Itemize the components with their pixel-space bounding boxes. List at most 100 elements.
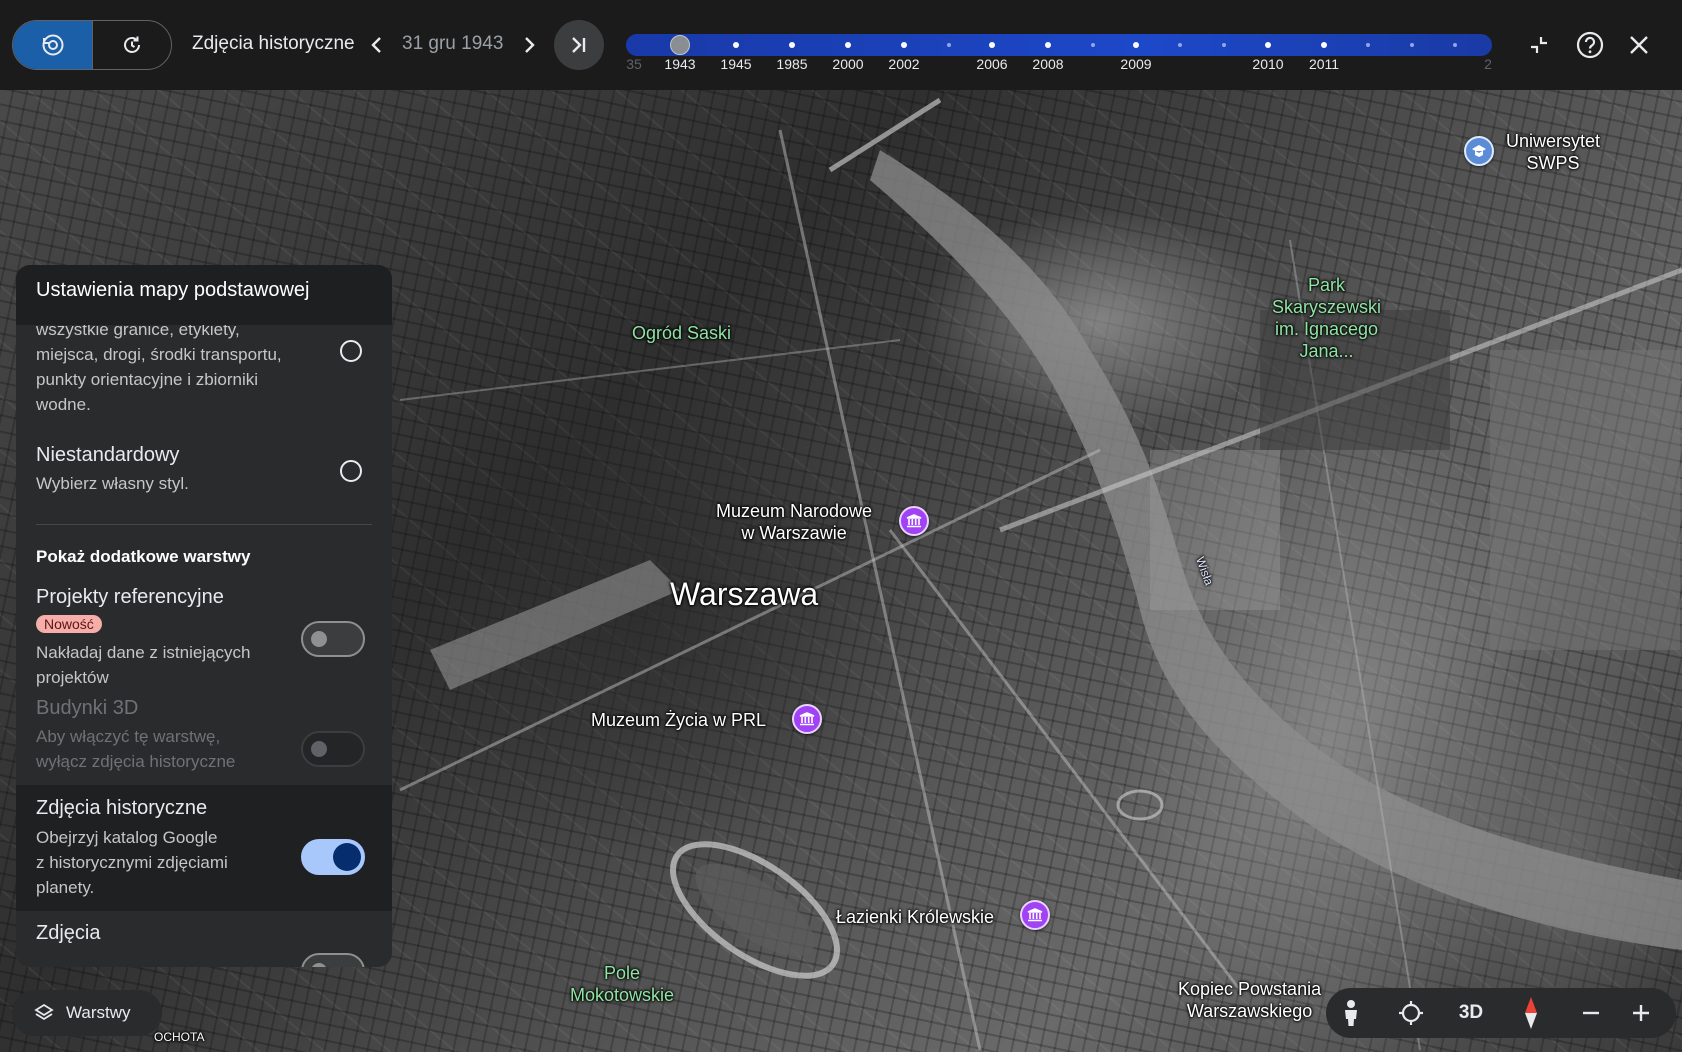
- timeline-year-label[interactable]: 1945: [720, 56, 751, 72]
- option-all-description: wszystkie granice, etykiety, miejsca, dr…: [36, 325, 282, 417]
- timeline-year-dot[interactable]: [989, 42, 995, 48]
- option-custom-radio[interactable]: [340, 460, 362, 482]
- skip-to-latest-button[interactable]: [554, 20, 604, 70]
- view-mode-segmented-control: [12, 20, 172, 70]
- layers-icon: [34, 1003, 54, 1021]
- toggle-3d-button[interactable]: 3D: [1446, 988, 1496, 1038]
- map-label-pole-mokotowskie[interactable]: Pole Mokotowskie: [570, 962, 674, 1006]
- help-button[interactable]: [1573, 28, 1607, 62]
- museum-poi-marker[interactable]: [899, 506, 929, 536]
- layer-description-line: Nakładaj dane z istniejących: [36, 643, 251, 662]
- zoom-out-button[interactable]: [1566, 988, 1616, 1038]
- close-button[interactable]: [1622, 28, 1656, 62]
- current-imagery-date: 31 gru 1943: [402, 33, 504, 54]
- layer-photos-title: Zdjęcia: [36, 922, 101, 944]
- timeline-minor-dot[interactable]: [947, 43, 951, 47]
- previous-date-button[interactable]: [364, 30, 390, 60]
- option-description-line: miejsca, drogi, środki transportu,: [36, 345, 282, 364]
- historical-imagery-mode-button[interactable]: [13, 21, 92, 69]
- timeline-minor-dot[interactable]: [1410, 43, 1414, 47]
- layers-button[interactable]: Warstwy: [12, 990, 162, 1036]
- school-icon: [1472, 145, 1486, 157]
- imagery-title: Zdjęcia historyczne: [192, 33, 355, 54]
- 3d-buildings-toggle[interactable]: [301, 731, 365, 767]
- location-crosshair-icon: [1399, 1001, 1423, 1025]
- timeline-year-dot[interactable]: [901, 42, 907, 48]
- timeline-year-label[interactable]: 35: [626, 56, 642, 72]
- panel-title: Ustawienia mapy podstawowej: [16, 265, 392, 325]
- timeline-year-dot[interactable]: [1133, 42, 1139, 48]
- timeline-year-dot[interactable]: [789, 42, 795, 48]
- street-view-pegman-button[interactable]: [1326, 988, 1376, 1038]
- map-label-line: Park: [1308, 275, 1346, 295]
- timeline-minor-dot[interactable]: [1222, 43, 1226, 47]
- exit-fullscreen-button[interactable]: [1522, 28, 1556, 62]
- map-label-line: Uniwersytet: [1506, 131, 1601, 151]
- collapse-icon: [1531, 37, 1547, 53]
- imagery-timeline-slider[interactable]: [626, 34, 1492, 56]
- timeline-year-dot[interactable]: [845, 42, 851, 48]
- timeline-year-label[interactable]: 2: [1484, 56, 1492, 72]
- timeline-minor-dot[interactable]: [1091, 43, 1095, 47]
- map-label-ogrod-saski[interactable]: Ogród Saski: [632, 322, 731, 344]
- pegman-icon: [1345, 1000, 1357, 1026]
- reference-projects-toggle[interactable]: [301, 621, 365, 657]
- my-location-button[interactable]: [1386, 988, 1436, 1038]
- chevron-right-icon: [525, 37, 535, 53]
- help-icon: [1576, 31, 1604, 59]
- layer-description-line: Obejrzyj katalog Google: [36, 828, 218, 847]
- map-label-line: w Warszawie: [741, 523, 847, 543]
- zoom-in-button[interactable]: [1616, 988, 1666, 1038]
- toggle-knob: [311, 741, 327, 757]
- timeline-selected-knob[interactable]: [670, 35, 690, 55]
- map-label-kopiec-powstania[interactable]: Kopiec Powstania Warszawskiego: [1178, 978, 1321, 1022]
- timeline-year-label[interactable]: 2000: [832, 56, 863, 72]
- map-label-line: SWPS: [1526, 153, 1580, 173]
- timeline-year-label[interactable]: 2008: [1032, 56, 1063, 72]
- toggle-knob: [311, 631, 327, 647]
- museum-poi-marker[interactable]: [792, 704, 822, 734]
- timeline-year-dot[interactable]: [1321, 42, 1327, 48]
- map-label-muzeum-prl[interactable]: Muzeum Życia w PRL: [591, 709, 766, 731]
- compass-button[interactable]: [1506, 988, 1556, 1038]
- museum-icon: [1027, 908, 1043, 922]
- timeline-year-dot[interactable]: [1045, 42, 1051, 48]
- map-label-muzeum-narodowe[interactable]: Muzeum Narodowe w Warszawie: [716, 500, 872, 544]
- chevron-left-icon: [371, 37, 381, 53]
- layer-description-line: Aby włączyć tę warstwę,: [36, 727, 221, 746]
- timeline-year-label[interactable]: 1985: [776, 56, 807, 72]
- map-label-uniwersytet-swps[interactable]: Uniwersytet SWPS: [1506, 130, 1600, 174]
- map-label-lazienki-krolewskie[interactable]: Łazienki Królewskie: [836, 906, 994, 928]
- timeline-year-label[interactable]: 2006: [976, 56, 1007, 72]
- option-all-radio[interactable]: [340, 340, 362, 362]
- close-icon: [1630, 36, 1648, 54]
- map-label-line: Pole: [604, 963, 641, 983]
- panel-scroll-area[interactable]: wszystkie granice, etykiety, miejsca, dr…: [16, 325, 392, 967]
- historical-imagery-toggle[interactable]: [301, 839, 365, 875]
- timeline-year-label[interactable]: 2010: [1252, 56, 1283, 72]
- layer-description-line: wyłącz zdjęcia historyczne: [36, 752, 236, 771]
- option-custom-title[interactable]: Niestandardowy: [36, 444, 179, 467]
- timeline-minor-dot[interactable]: [1366, 43, 1370, 47]
- map-label-park-skaryszewski[interactable]: Park Skaryszewski im. Ignacego Jana...: [1272, 274, 1381, 362]
- map-label-ochota: OCHOTA: [154, 1030, 205, 1044]
- museum-poi-marker[interactable]: [1020, 900, 1050, 930]
- university-poi-marker[interactable]: [1464, 136, 1494, 166]
- photos-toggle[interactable]: [301, 953, 365, 967]
- map-label-line: Kopiec Powstania: [1178, 979, 1322, 999]
- base-map-settings-panel: Ustawienia mapy podstawowej wszystkie gr…: [16, 265, 392, 967]
- map-label-warszawa[interactable]: Warszawa: [670, 576, 818, 612]
- timeline-minor-dot[interactable]: [1178, 43, 1182, 47]
- timeline-year-label[interactable]: 2002: [888, 56, 919, 72]
- new-badge: Nowość: [36, 615, 102, 633]
- timeline-minor-dot[interactable]: [1453, 43, 1457, 47]
- timeline-year-label[interactable]: 2011: [1309, 56, 1339, 72]
- history-button[interactable]: [92, 21, 171, 69]
- timeline-year-dot[interactable]: [733, 42, 739, 48]
- timeline-year-label[interactable]: 2009: [1120, 56, 1151, 72]
- museum-icon: [799, 712, 815, 726]
- next-date-button[interactable]: [516, 30, 542, 60]
- history-icon: [124, 36, 140, 53]
- timeline-year-label[interactable]: 1943: [664, 56, 695, 72]
- timeline-year-dot[interactable]: [1265, 42, 1271, 48]
